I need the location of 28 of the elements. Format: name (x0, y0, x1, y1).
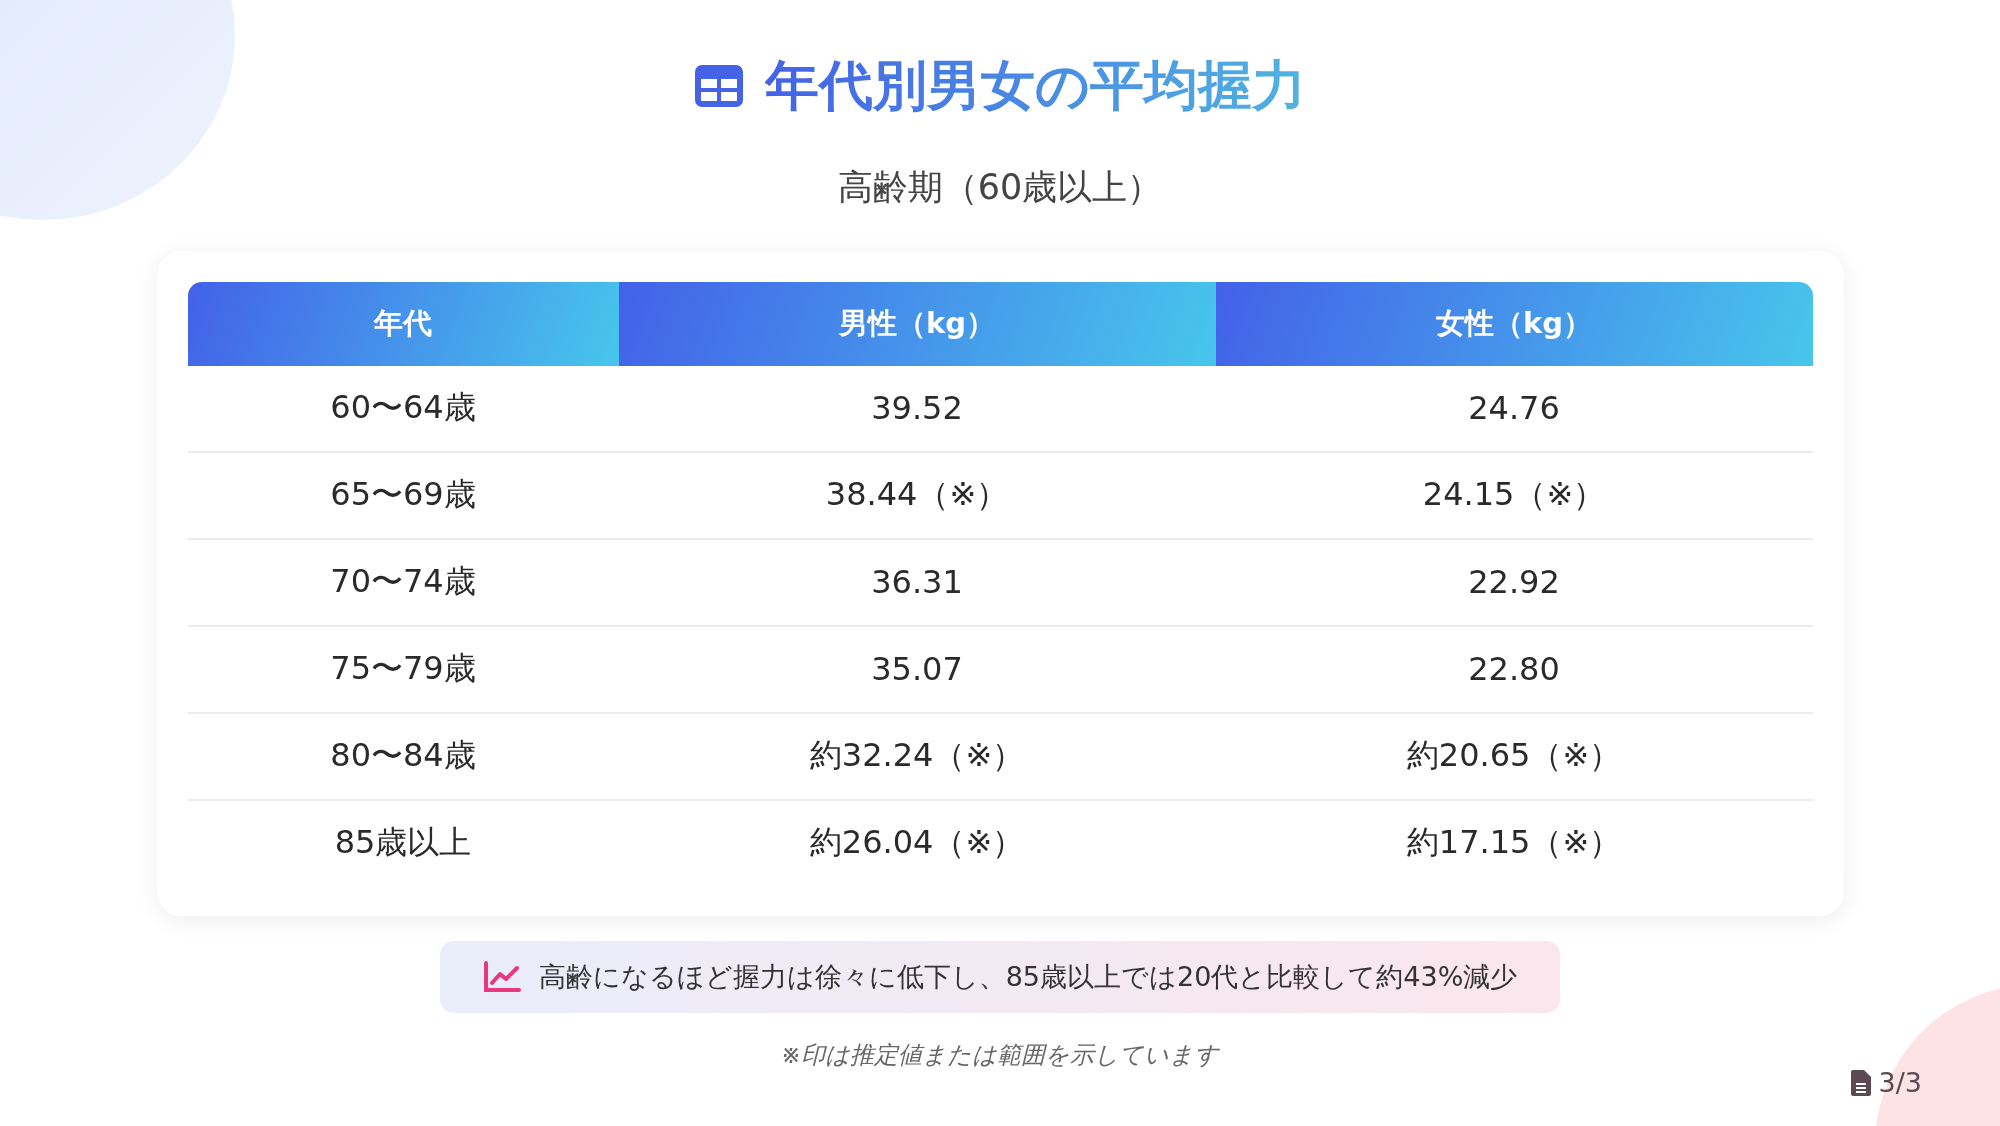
subtitle: 高齢期（60歳以上） (837, 165, 1163, 209)
table-cell: 22.92 (1215, 539, 1813, 627)
page-number: 3/3 (1878, 1067, 1922, 1098)
footnote: ※印は推定値または範囲を示しています (780, 1039, 1220, 1071)
column-header: 女性（kg） (1215, 281, 1813, 366)
table-cell: 約20.65（※） (1215, 713, 1813, 801)
table-cell: 24.15（※） (1215, 452, 1813, 540)
table-cell: 約32.24（※） (618, 713, 1216, 801)
table-cell: 38.44（※） (618, 452, 1216, 540)
table-cell: 22.80 (1215, 626, 1813, 714)
note-text: 高齢になるほど握力は徐々に低下し、85歳以上では20代と比較して約43%減少 (538, 959, 1518, 994)
table-cell: 70〜74歳 (187, 539, 619, 627)
table-icon (694, 64, 743, 107)
table-cell: 36.31 (618, 539, 1216, 627)
table-cell: 35.07 (618, 626, 1216, 714)
column-header: 年代 (187, 281, 619, 366)
line-chart-icon (482, 960, 521, 993)
table-cell: 24.76 (1215, 365, 1813, 453)
column-header: 男性（kg） (618, 281, 1216, 366)
table-cell: 60〜64歳 (187, 365, 619, 453)
table-cell: 80〜84歳 (187, 713, 619, 801)
table-cell: 75〜79歳 (187, 626, 619, 714)
table-cell-text: 85歳以上 (333, 822, 473, 863)
table-cell: 65〜69歳 (187, 452, 619, 540)
table-cell-text: 約17.15（※） (1405, 822, 1623, 863)
document-icon (1850, 1069, 1871, 1096)
table-cell-text: 約26.04（※） (808, 822, 1026, 863)
table-cell: 39.52 (618, 365, 1216, 453)
